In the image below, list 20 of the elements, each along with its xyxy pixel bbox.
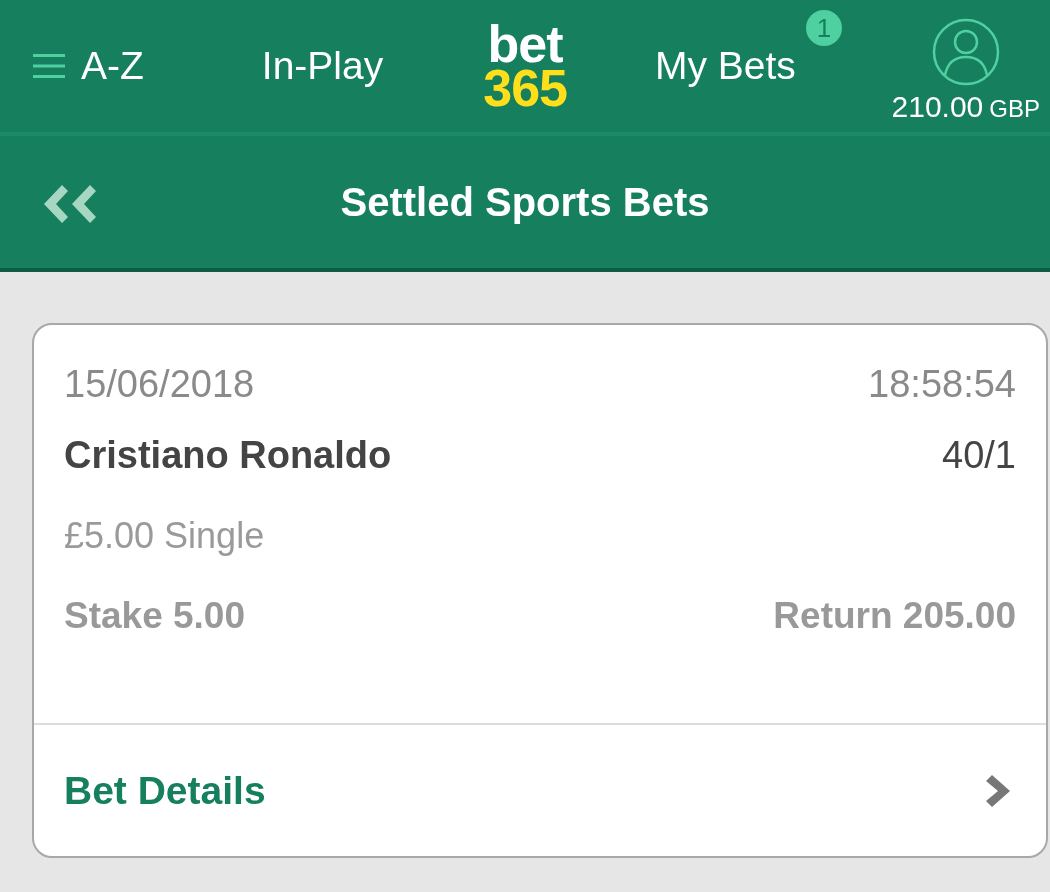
return-amount: Return 205.00 [773,595,1016,637]
account-icon[interactable] [931,18,1000,86]
page-title: Settled Sports Bets [340,179,710,225]
in-play-tab[interactable]: In-Play [261,44,384,88]
logo-number: 365 [483,66,567,111]
balance-amount: 210.00 [891,90,984,124]
bet-time: 18:58:54 [868,363,1016,406]
a-z-menu-button[interactable]: A-Z [33,44,144,88]
bet-details-link[interactable]: Bet Details [64,768,266,813]
bet-date: 15/06/2018 [64,363,255,406]
count-badge: 1 [805,10,842,46]
currency-label: GBP [989,95,1040,123]
my-bets-tab[interactable]: My Bets [655,44,796,88]
logo-text: bet [487,21,563,66]
bet-type: £5.00 Single [64,515,265,557]
menu-icon [33,52,65,80]
chevron-right-icon[interactable] [986,772,1012,809]
odds: 40/1 [942,434,1016,477]
selection-name: Cristiano Ronaldo [64,434,392,477]
stake-amount: Stake 5.00 [64,595,246,637]
